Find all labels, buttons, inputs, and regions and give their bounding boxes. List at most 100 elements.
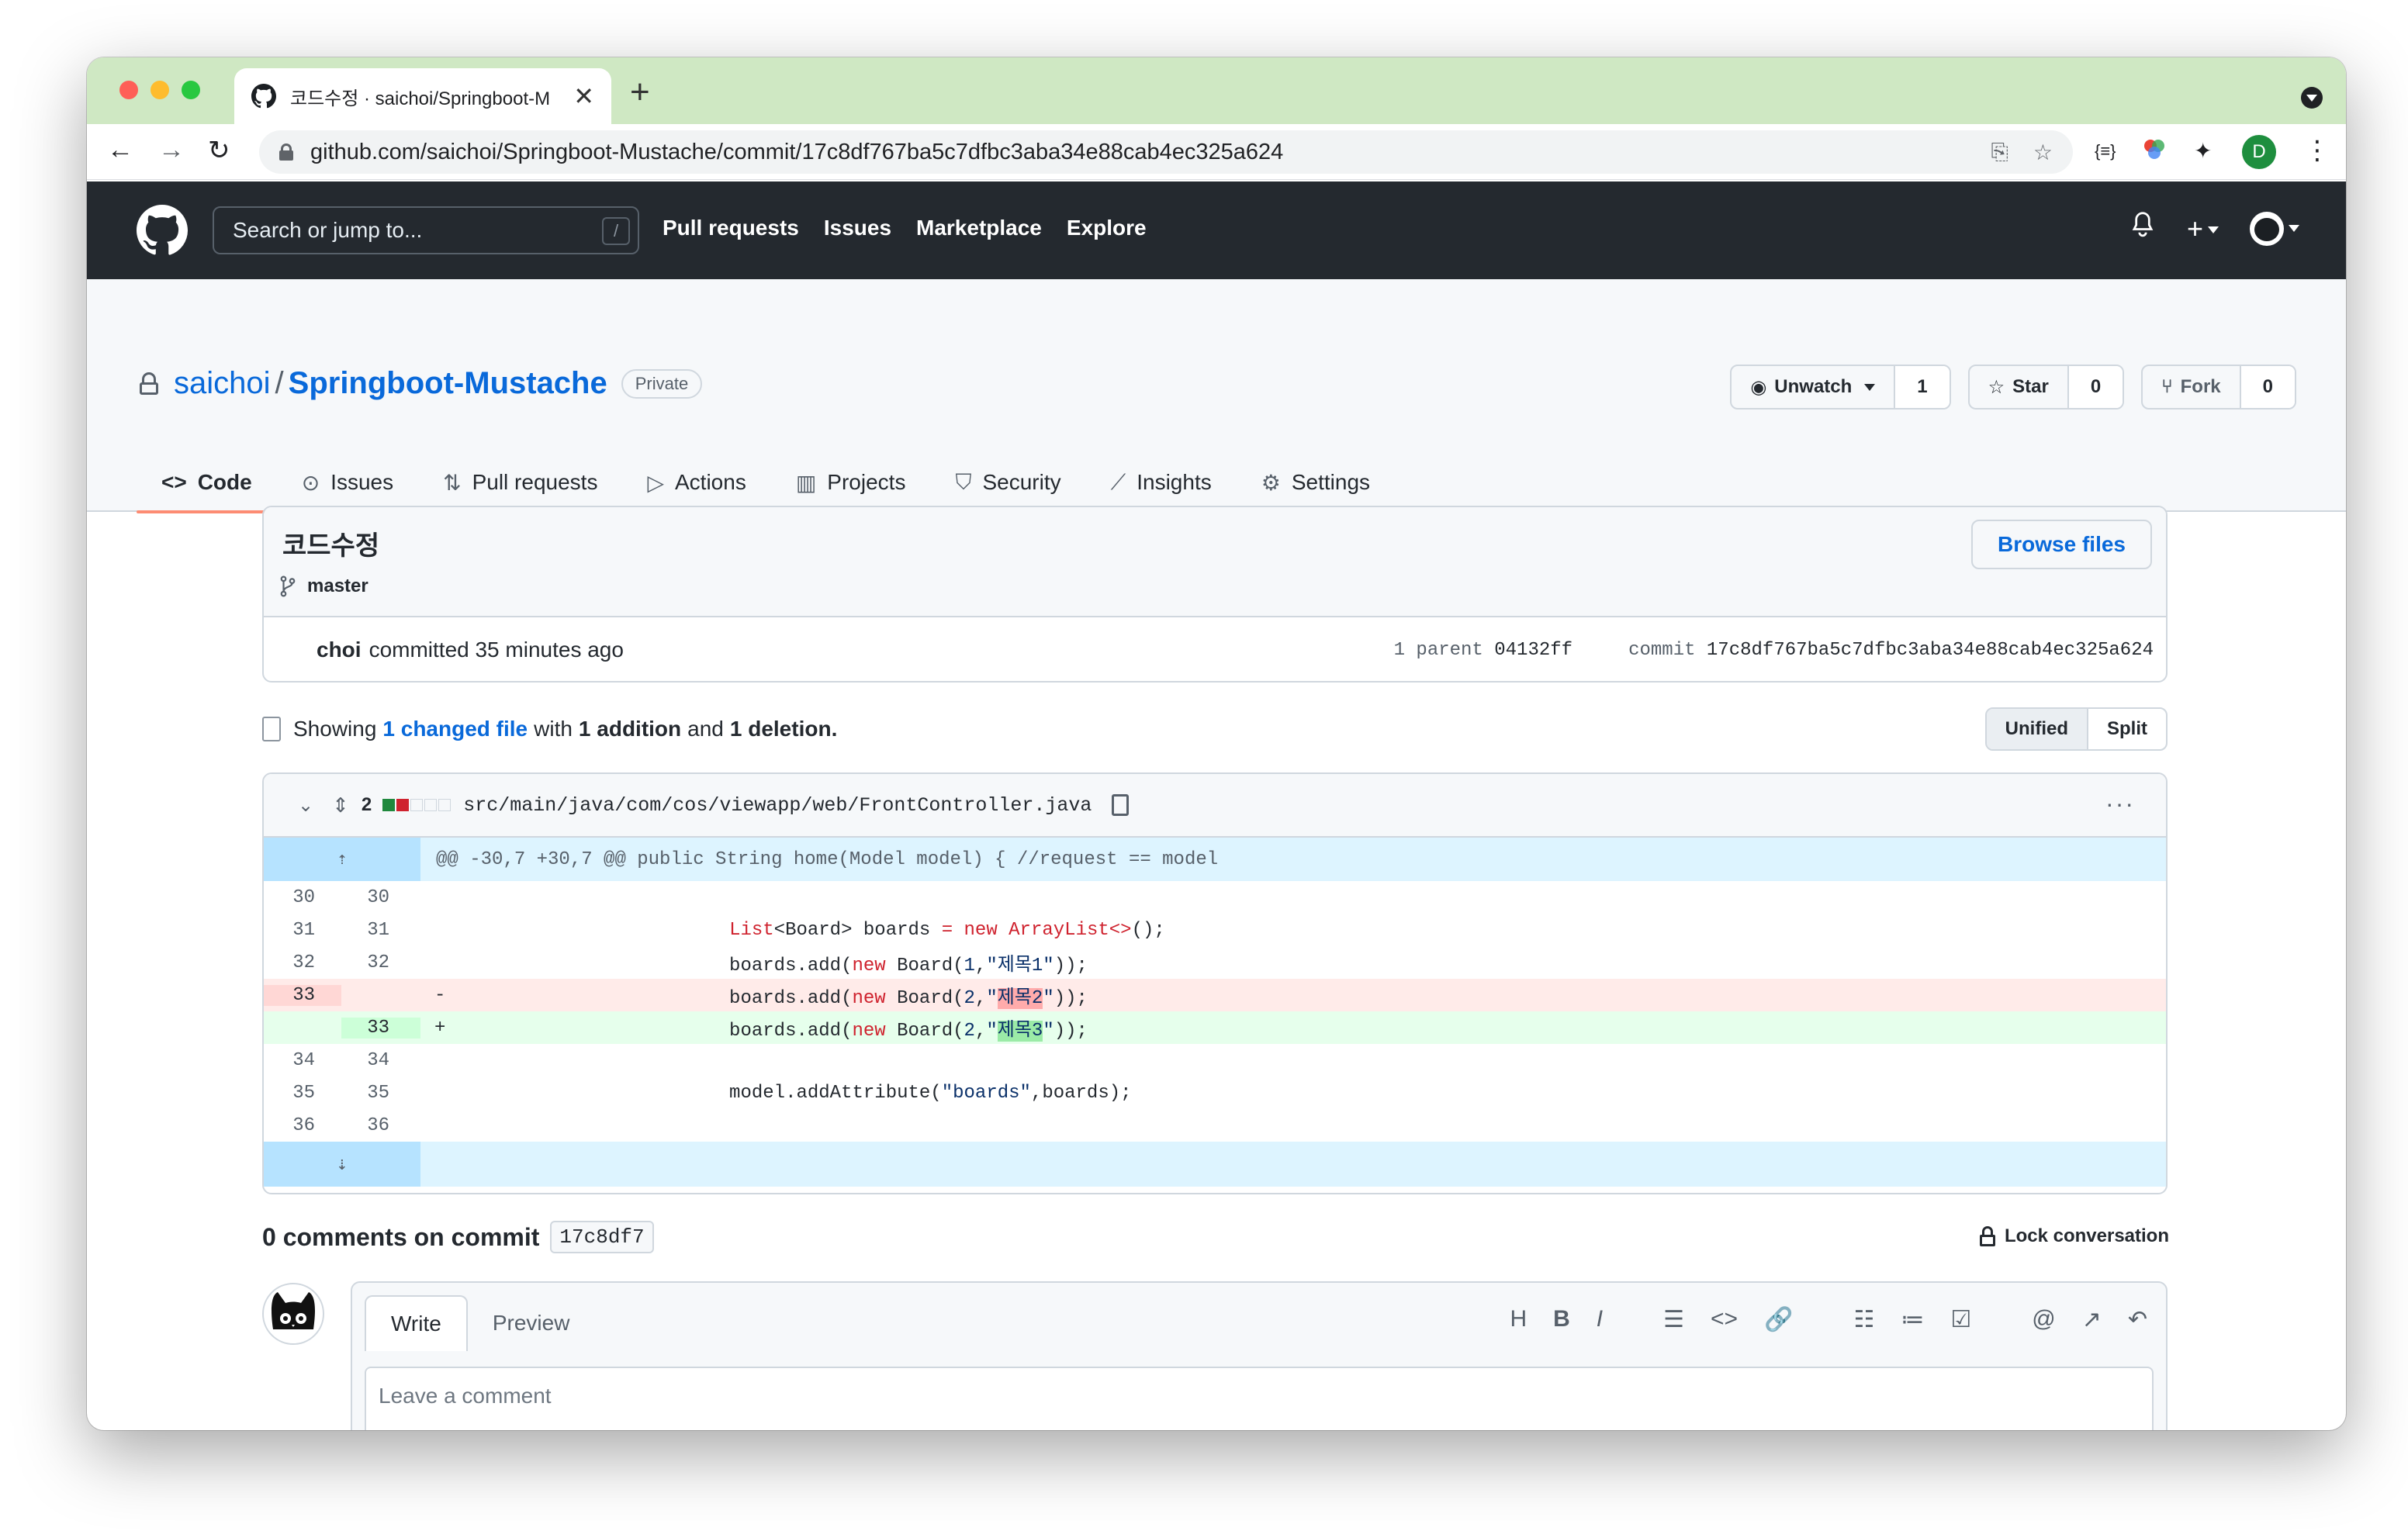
heading-icon[interactable]: H [1510,1306,1527,1333]
tab-insights[interactable]: ⟋ Insights [1086,453,1237,512]
chrome-menu-icon[interactable]: ⋮ [2304,135,2330,166]
create-new-button[interactable]: + [2187,213,2219,245]
forward-button[interactable]: → [158,135,185,165]
commit-branch[interactable]: master [279,575,368,597]
nav-issues[interactable]: Issues [824,216,891,240]
notifications-bell-icon[interactable] [2129,211,2156,246]
back-button[interactable]: ← [107,135,133,165]
close-window-button[interactable] [119,81,138,99]
reply-icon[interactable]: ↶ [2128,1306,2147,1333]
expand-up-icon[interactable]: ⇡ [264,838,420,881]
tab-close-icon[interactable]: ✕ [573,81,594,111]
diff-line-added: 33 + boards.add(new Board(2,"제목3")); [264,1011,2166,1044]
nav-pull-requests[interactable]: Pull requests [663,216,799,240]
expand-down-icon[interactable]: ⇣ [264,1142,420,1187]
tab-label: Issues [330,470,394,494]
tab-settings[interactable]: ⚙ Settings [1237,453,1395,512]
star-count[interactable]: 0 [2067,366,2123,408]
browse-files-button[interactable]: Browse files [1971,520,2152,569]
commit-label: commit [1628,639,1696,661]
unwatch-button[interactable]: ◉ Unwatch [1732,366,1894,408]
user-menu-button[interactable] [2250,211,2299,246]
github-header: Search or jump to... / Pull requests Iss… [87,181,2346,279]
link-icon[interactable]: 🔗 [1764,1306,1793,1333]
profile-avatar[interactable]: D [2242,135,2276,169]
copy-path-icon[interactable] [1112,794,1130,816]
play-icon: ▷ [647,470,664,495]
tab-issues[interactable]: ⊙ Issues [277,453,418,512]
github-logo-icon[interactable] [137,205,188,256]
collapse-chevron-icon[interactable]: ⌄ [298,794,313,817]
nav-marketplace[interactable]: Marketplace [916,216,1042,240]
github-top-nav: Pull requests Issues Marketplace Explore [663,216,1147,240]
bookmark-star-icon[interactable]: ☆ [2033,140,2053,165]
split-view-button[interactable]: Split [2088,709,2166,749]
star-icon: ☆ [1988,376,2005,398]
tab-security[interactable]: ⛉ Security [930,453,1085,512]
user-avatar [2250,211,2284,246]
tab-code[interactable]: <> Code [137,453,277,513]
lock-icon[interactable] [279,143,293,161]
extensions-puzzle-icon[interactable]: ✦ [2194,138,2212,164]
plus-icon: + [2186,212,2203,244]
branch-name: master [307,575,368,596]
quote-icon[interactable]: ☰ [1663,1306,1684,1333]
browser-tab-active[interactable]: 코드수정 · saichoi/Springboot-M ✕ [234,68,611,124]
translate-icon[interactable]: ⎘ [1991,140,2008,165]
parent-label: 1 parent [1393,639,1483,661]
task-list-icon[interactable]: ☑ [1950,1306,1971,1333]
fork-button[interactable]: ⑂ Fork [2143,366,2239,408]
tab-actions[interactable]: ▷ Actions [622,453,770,512]
commit-author[interactable]: choi [317,638,362,662]
search-shortcut-key: / [602,217,630,245]
github-search-input[interactable]: Search or jump to... / [213,206,639,254]
file-options-icon[interactable]: ··· [2105,790,2135,818]
tab-preview[interactable]: Preview [468,1295,595,1351]
lock-icon [1979,1226,1995,1246]
summary-and: and [687,717,724,741]
commenter-avatar [262,1283,324,1345]
code-icon[interactable]: <> [1711,1306,1738,1333]
cross-reference-icon[interactable]: ↗ [2082,1306,2102,1333]
star-button[interactable]: ☆ Star [1970,366,2067,408]
changed-files-link[interactable]: 1 changed file [382,717,528,741]
numbered-list-icon[interactable]: ≔ [1901,1306,1924,1333]
lock-conversation-button[interactable]: Lock conversation [1979,1225,2169,1247]
watch-count[interactable]: 1 [1894,366,1950,408]
bold-icon[interactable]: B [1553,1306,1570,1333]
tab-label: Security [982,470,1061,494]
expand-all-icon[interactable]: ⇕ [332,793,349,817]
file-path[interactable]: src/main/java/com/cos/viewapp/web/FrontC… [463,794,1092,817]
unified-view-button[interactable]: Unified [1986,709,2088,749]
tab-write[interactable]: Write [365,1295,468,1351]
json-extension-icon[interactable]: {≡} [2095,141,2116,161]
tab-label: Settings [1291,470,1371,494]
reload-button[interactable]: ↻ [208,135,230,166]
maximize-window-button[interactable] [182,81,200,99]
browser-window: 코드수정 · saichoi/Springboot-M ✕ + ← → ↻ gi… [87,57,2346,1430]
tab-pull-requests[interactable]: ⇅ Pull requests [418,453,622,512]
nav-explore[interactable]: Explore [1067,216,1147,240]
chevron-down-icon [2208,226,2219,234]
address-bar[interactable]: github.com/saichoi/Springboot-Mustache/c… [259,130,2073,174]
bulleted-list-icon[interactable]: ☷ [1853,1306,1874,1333]
new-tab-button[interactable]: + [630,73,650,112]
commit-sha-info: 1 parent 04132ff commit 17c8df767ba5c7df… [1394,640,2154,661]
eye-icon: ◉ [1750,376,1767,398]
comments-heading: 0 comments on commit 17c8df7 [262,1221,654,1253]
repo-name-link[interactable]: Springboot-Mustache [289,366,607,401]
repo-title: saichoi / Springboot-Mustache Private [140,366,703,401]
repo-owner-link[interactable]: saichoi [174,366,271,401]
italic-icon[interactable]: I [1597,1306,1603,1333]
mention-icon[interactable]: @ [2032,1306,2055,1333]
minimize-window-button[interactable] [150,81,169,99]
tab-projects[interactable]: ▥ Projects [771,453,931,512]
tab-search-icon[interactable] [2301,87,2323,109]
url-text[interactable]: github.com/saichoi/Springboot-Mustache/c… [310,140,1966,165]
fork-count[interactable]: 0 [2239,366,2295,408]
browser-tab-bar: 코드수정 · saichoi/Springboot-M ✕ + [87,57,2346,124]
color-extension-icon[interactable] [2143,138,2166,167]
comment-textarea[interactable]: Leave a comment [365,1367,2154,1430]
short-sha: 17c8df7 [550,1221,654,1253]
parent-sha-link[interactable]: 04132ff [1494,640,1572,661]
